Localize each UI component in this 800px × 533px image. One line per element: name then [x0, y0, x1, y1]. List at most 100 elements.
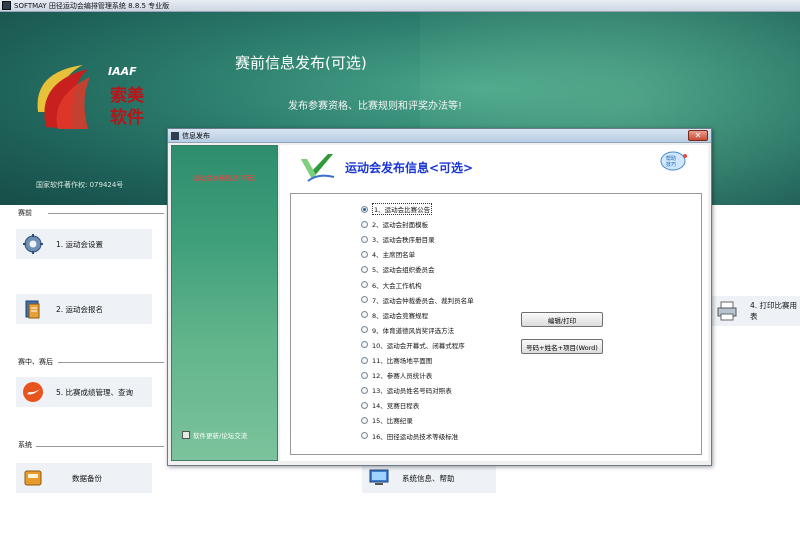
banner-subtitle: 发布参赛资格、比赛规则和评奖办法等!	[288, 101, 463, 112]
option-label: 16、田径运动员技术等级标准	[372, 432, 459, 441]
content-header: 运动会发布信息<可选> 帮助 技巧	[280, 145, 708, 187]
option-label: 14、竞赛日程表	[372, 402, 420, 411]
radio-button[interactable]	[361, 386, 368, 394]
logo-brand-line1: 索美	[110, 85, 145, 106]
dialog-app-icon	[171, 131, 179, 140]
monitor-icon	[369, 469, 389, 485]
window-title: SOFTMAY 田径运动会编排管理系统 8.8.5 专业版	[14, 1, 170, 10]
dialog-content: 运动会发布信息<可选> 帮助 技巧 编辑/打印 号码+姓名+项目(Word) 1…	[280, 145, 708, 461]
option-label: 11、比赛场地平面图	[372, 357, 433, 365]
option-label: 8、运动会竞赛规程	[372, 311, 429, 320]
radio-button[interactable]	[361, 220, 368, 228]
content-title: 运动会发布信息<可选>	[345, 161, 474, 175]
menu-print-label: 4. 打印比赛用表	[750, 301, 798, 321]
help-label-2: 技巧	[666, 161, 676, 168]
app-icon	[2, 1, 11, 10]
section-pre: 赛前	[18, 209, 32, 217]
menu-registration-label: 2. 运动会报名	[56, 304, 104, 314]
option-label: 15、比赛纪录	[372, 417, 413, 426]
printer-icon	[717, 301, 737, 321]
radio-button[interactable]	[361, 432, 368, 439]
radio-button[interactable]	[361, 341, 368, 349]
nike-results-icon	[23, 382, 43, 402]
options-panel: 编辑/打印 号码+姓名+项目(Word) 1、运动会比赛公告 2、运动会封面模板 3…	[290, 193, 702, 455]
logo-brand-line2: 软件	[110, 107, 144, 128]
forum-icon	[182, 431, 190, 439]
sidebar-update-label: 软件更新/论坛交流	[193, 432, 248, 440]
option-row[interactable]: 3、运动会秩序册目录	[361, 234, 435, 244]
dialog-sidebar: 运动会发布信息(可选) 软件更新/论坛交流	[171, 145, 278, 461]
menu-results-label: 5. 比赛成绩管理、查询	[56, 387, 134, 397]
option-label: 6、大会工作机构	[372, 281, 422, 290]
menu-sysinfo[interactable]: 系统信息、帮助	[362, 463, 496, 493]
radio-button[interactable]	[361, 401, 368, 409]
help-label-1: 帮助	[666, 155, 676, 162]
option-row[interactable]: 9、体育道德风尚奖评选方法	[361, 325, 454, 335]
radio-button[interactable]	[361, 265, 368, 273]
option-label: 4、主席团名单	[372, 251, 416, 260]
radio-button[interactable]	[361, 371, 368, 379]
sidebar-update-link[interactable]: 软件更新/论坛交流	[182, 430, 247, 440]
menu-registration[interactable]: 2. 运动会报名	[16, 294, 152, 324]
menu-settings[interactable]: 1. 运动会设置	[16, 229, 152, 259]
option-row[interactable]: 14、竞赛日程表	[361, 400, 419, 410]
option-label: 5、运动会组织委员会	[372, 266, 435, 275]
window-titlebar: SOFTMAY 田径运动会编排管理系统 8.8.5 专业版	[0, 0, 800, 12]
backup-icon	[24, 470, 42, 486]
option-row[interactable]: 13、运动员姓名号码对照表	[361, 385, 452, 395]
section-pre-rule	[48, 213, 164, 214]
radio-button[interactable]	[361, 250, 368, 258]
menu-settings-label: 1. 运动会设置	[56, 239, 104, 249]
radio-button[interactable]	[361, 416, 368, 424]
radio-button[interactable]	[361, 356, 368, 364]
option-label: 7、运动会仲裁委员会、裁判员名单	[372, 296, 474, 305]
section-mid-rule	[58, 362, 164, 363]
menu-backup[interactable]: 数据备份	[16, 463, 152, 493]
option-row[interactable]: 12、参赛人员统计表	[361, 370, 432, 380]
option-row[interactable]: 8、运动会竞赛规程	[361, 310, 428, 320]
option-row[interactable]: 11、比赛场地平面图	[361, 355, 432, 365]
edit-print-button[interactable]: 编辑/打印	[521, 312, 603, 327]
option-row[interactable]: 1、运动会比赛公告	[361, 203, 433, 215]
option-label: 3、运动会秩序册目录	[372, 236, 435, 245]
option-row[interactable]: 6、大会工作机构	[361, 280, 422, 290]
option-row[interactable]: 2、运动会封面模板	[361, 219, 428, 229]
dialog-titlebar: 信息发布 ✕	[168, 129, 711, 143]
iaaf-softmay-logo: IAAF 索美 软件	[37, 65, 145, 129]
option-row[interactable]: 5、运动会组织委员会	[361, 264, 435, 274]
option-label: 10、运动会开幕式、闭幕式程序	[372, 341, 465, 350]
v-check-logo-icon	[301, 154, 335, 182]
radio-button[interactable]	[361, 281, 368, 288]
option-label: 13、运动员姓名号码对照表	[372, 387, 452, 396]
section-system-rule	[36, 446, 164, 447]
sidebar-item-publish-info[interactable]: 运动会发布信息(可选)	[172, 172, 277, 182]
radio-button[interactable]	[361, 326, 368, 334]
radio-button[interactable]	[361, 235, 368, 243]
option-row[interactable]: 7、运动会仲裁委员会、裁判员名单	[361, 295, 474, 305]
section-mid: 赛中、赛后	[18, 358, 53, 366]
dialog-title: 信息发布	[182, 131, 210, 140]
dialog-close-button[interactable]: ✕	[688, 130, 708, 141]
info-publish-dialog: 信息发布 ✕ 运动会发布信息(可选) 软件更新/论坛交流 运动会发布信息<可选>…	[167, 128, 712, 466]
option-label: 12、参赛人员统计表	[372, 372, 433, 381]
option-label: 9、体育道德风尚奖评选方法	[372, 326, 455, 335]
registration-icon	[25, 300, 40, 319]
option-row[interactable]: 16、田径运动员技术等级标准	[361, 431, 458, 441]
option-row[interactable]: 10、运动会开幕式、闭幕式程序	[361, 340, 465, 350]
gear-icon	[23, 234, 43, 254]
word-export-button[interactable]: 号码+姓名+项目(Word)	[521, 339, 603, 354]
menu-results[interactable]: 5. 比赛成绩管理、查询	[16, 377, 152, 407]
section-system: 系统	[18, 441, 32, 449]
menu-sysinfo-label: 系统信息、帮助	[402, 473, 455, 483]
option-label: 2、运动会封面模板	[372, 221, 429, 230]
option-row[interactable]: 15、比赛纪录	[361, 415, 413, 425]
radio-button[interactable]	[361, 205, 368, 213]
option-row[interactable]: 4、主席团名单	[361, 249, 415, 259]
menu-print[interactable]: 4. 打印比赛用表	[710, 296, 800, 326]
radio-button[interactable]	[361, 311, 368, 319]
radio-button[interactable]	[361, 296, 368, 304]
menu-backup-label: 数据备份	[72, 473, 102, 483]
logo-iaaf-text: IAAF	[108, 65, 137, 78]
banner-title: 赛前信息发布(可选)	[235, 54, 367, 72]
help-tips-icon[interactable]: 帮助 技巧	[660, 150, 688, 172]
